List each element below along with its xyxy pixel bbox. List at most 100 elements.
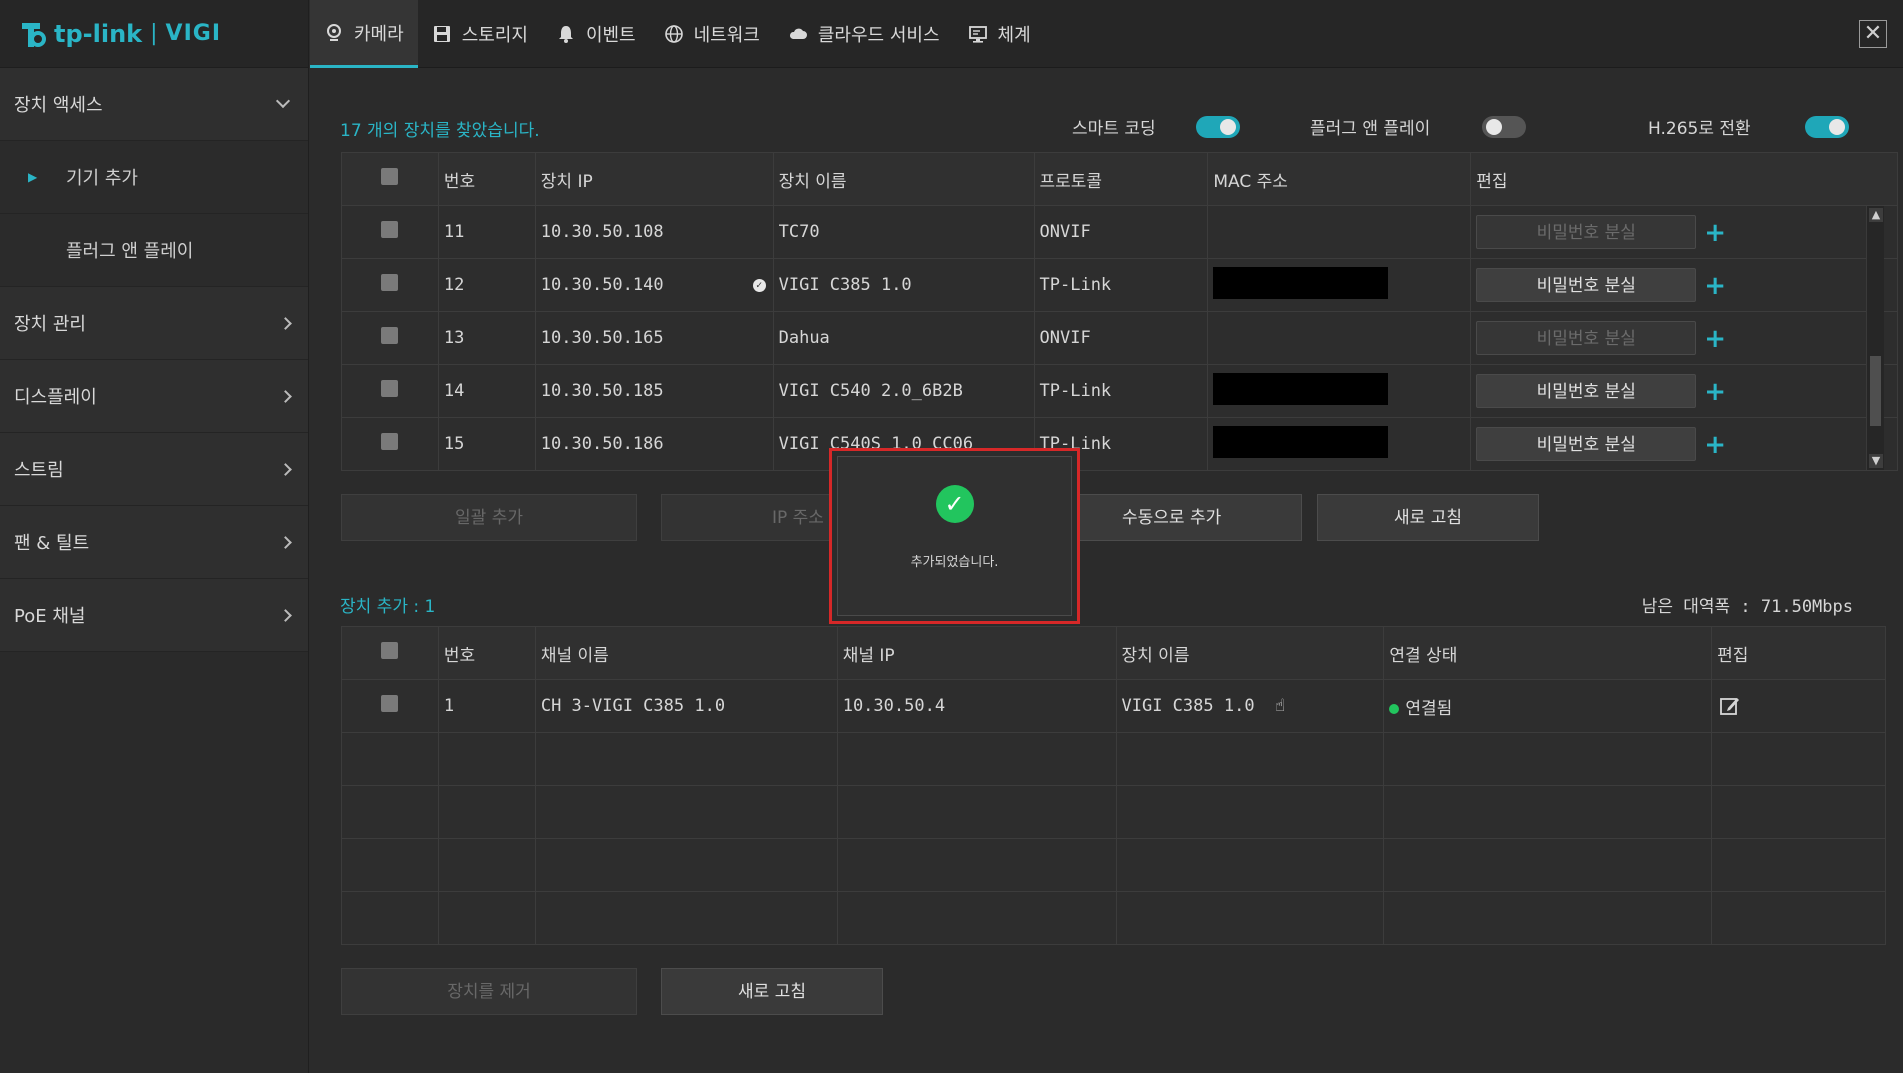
mac-address bbox=[1207, 364, 1472, 418]
added-devices-count: 장치 추가 : 1 bbox=[340, 597, 436, 617]
tab-system[interactable]: 체계 bbox=[954, 0, 1045, 68]
sidebar-group-label: 스트림 bbox=[14, 460, 64, 481]
manual-add-button[interactable]: 수동으로 추가 bbox=[1071, 494, 1302, 541]
channel-name: CH 3-VIGI C385 1.0 bbox=[534, 679, 838, 733]
device-name: VIGI C385 1.0 bbox=[1121, 696, 1255, 716]
toggle-label: 플러그 앤 플레이 bbox=[1310, 119, 1431, 139]
row-checkbox[interactable] bbox=[381, 221, 399, 238]
row-select-cell bbox=[341, 205, 439, 259]
refresh-devices-button[interactable]: 새로 고침 bbox=[1317, 494, 1539, 541]
forgot-password-button[interactable]: 비밀번호 분실 bbox=[1476, 268, 1697, 302]
sidebar-group-label: 장치 액세스 bbox=[14, 95, 103, 116]
sidebar-item-plug-and-play[interactable]: 플러그 앤 플레이 bbox=[0, 214, 308, 287]
hand-cursor-icon: ☝ bbox=[1274, 696, 1286, 716]
tab-camera[interactable]: 카메라 bbox=[310, 0, 418, 68]
sidebar-group-stream[interactable]: 스트림 bbox=[0, 433, 308, 506]
add-plus-icon[interactable]: + bbox=[1704, 324, 1726, 354]
column-header: 장치 IP bbox=[534, 152, 774, 206]
forgot-password-button[interactable]: 비밀번호 분실 bbox=[1476, 374, 1697, 408]
column-header: 편집 bbox=[1470, 152, 1898, 206]
sidebar-group-label: PoE 채널 bbox=[14, 606, 86, 627]
tab-label: 이벤트 bbox=[585, 25, 636, 46]
close-button[interactable]: ✕ bbox=[1859, 20, 1887, 48]
table-row[interactable]: 11 10.30.50.108 TC70 ONVIF 비밀번호 분실 + bbox=[341, 205, 1898, 259]
device-number: 15 bbox=[437, 417, 536, 471]
table-row[interactable]: 15 10.30.50.186 VIGI C540S 1.0_CC06 TP-L… bbox=[341, 417, 1898, 471]
popup-message: 추가되었습니다. bbox=[910, 555, 999, 570]
row-checkbox[interactable] bbox=[381, 433, 399, 450]
scroll-up-arrow-icon[interactable]: ▲ bbox=[1869, 208, 1883, 222]
logo-separator: | bbox=[150, 21, 158, 46]
sidebar-group-display[interactable]: 디스플레이 bbox=[0, 360, 308, 433]
bell-icon bbox=[558, 26, 573, 43]
select-all-cell bbox=[341, 626, 439, 680]
tab-event[interactable]: 이벤트 bbox=[542, 0, 650, 68]
sidebar: tp-link | VIGI 장치 액세스 ▶ 기기 추가 플러그 앤 플레이 … bbox=[0, 0, 309, 1073]
connection-status-cell: 연결됨 bbox=[1383, 679, 1713, 733]
table-row[interactable]: 13 10.30.50.165 Dahua ONVIF 비밀번호 분실 + bbox=[341, 311, 1898, 365]
edit-icon[interactable] bbox=[1719, 695, 1741, 717]
devices-table-scrollbar[interactable]: ▲ ▼ bbox=[1866, 206, 1884, 470]
table-row[interactable]: 12 10.30.50.140 ✓ VIGI C385 1.0 TP-Link 비… bbox=[341, 258, 1898, 312]
smart-coding-setting: 스마트 코딩 bbox=[1072, 114, 1240, 139]
mac-address bbox=[1207, 205, 1472, 259]
table-row[interactable]: 1 CH 3-VIGI C385 1.0 10.30.50.4 VIGI C38… bbox=[341, 679, 1886, 733]
scroll-down-arrow-icon[interactable]: ▼ bbox=[1869, 454, 1883, 468]
select-all-checkbox[interactable] bbox=[381, 642, 399, 659]
column-header: 채널 IP bbox=[836, 626, 1117, 680]
forgot-password-button[interactable]: 비밀번호 분실 bbox=[1476, 427, 1697, 461]
smart-coding-toggle[interactable] bbox=[1195, 115, 1240, 138]
chevron-right-icon bbox=[279, 462, 292, 476]
tab-label: 체계 bbox=[997, 25, 1031, 46]
check-circle-icon: ✓ bbox=[935, 485, 974, 523]
add-plus-icon[interactable]: + bbox=[1704, 377, 1726, 407]
row-select-cell bbox=[341, 364, 439, 418]
column-header: 채널 이름 bbox=[534, 626, 838, 680]
row-checkbox[interactable] bbox=[381, 695, 399, 712]
select-all-checkbox[interactable] bbox=[381, 168, 399, 185]
mac-address bbox=[1207, 417, 1472, 471]
bulk-add-button[interactable]: 일괄 추가 bbox=[341, 494, 637, 541]
row-checkbox[interactable] bbox=[381, 327, 399, 344]
tab-label: 카메라 bbox=[354, 23, 404, 45]
add-plus-icon[interactable]: + bbox=[1704, 271, 1726, 301]
logo-text-tplink: tp-link bbox=[54, 19, 143, 48]
row-checkbox[interactable] bbox=[381, 380, 399, 397]
add-plus-icon[interactable]: + bbox=[1704, 218, 1726, 248]
forgot-password-button[interactable]: 비밀번호 분실 bbox=[1476, 321, 1697, 355]
device-ip: 10.30.50.140 bbox=[540, 275, 664, 295]
row-checkbox[interactable] bbox=[381, 274, 399, 291]
tab-cloud-service[interactable]: 클라우드 서비스 bbox=[774, 0, 954, 68]
forgot-password-button[interactable]: 비밀번호 분실 bbox=[1476, 215, 1697, 249]
h265-toggle[interactable] bbox=[1804, 115, 1849, 138]
add-plus-icon[interactable]: + bbox=[1704, 430, 1726, 460]
edit-cell bbox=[1711, 679, 1886, 733]
select-all-cell bbox=[341, 152, 439, 206]
column-header: 번호 bbox=[437, 626, 536, 680]
plug-and-play-toggle[interactable] bbox=[1482, 115, 1527, 138]
scroll-thumb[interactable] bbox=[1870, 356, 1881, 426]
remove-device-button[interactable]: 장치를 제거 bbox=[341, 968, 637, 1015]
tab-network[interactable]: 네트워크 bbox=[650, 0, 774, 68]
success-popup: ✓ 추가되었습니다. bbox=[829, 448, 1080, 624]
channel-number: 1 bbox=[437, 679, 536, 733]
refresh-added-button[interactable]: 새로 고침 bbox=[661, 968, 883, 1015]
column-header: 장치 이름 bbox=[1115, 626, 1385, 680]
tab-label: 네트워크 bbox=[693, 25, 760, 46]
table-header-row: 번호 장치 IP 장치 이름 프로토콜 MAC 주소 편집 bbox=[341, 152, 1898, 206]
h265-setting: H.265로 전환 bbox=[1648, 114, 1849, 139]
sidebar-group-pan-tilt[interactable]: 팬 & 틸트 bbox=[0, 506, 308, 579]
tab-storage[interactable]: 스토리지 bbox=[418, 0, 542, 68]
table-row[interactable]: 14 10.30.50.185 VIGI C540 2.0_6B2B TP-Li… bbox=[341, 364, 1898, 418]
device-ip: 10.30.50.108 bbox=[534, 205, 774, 259]
sidebar-group-device-access[interactable]: 장치 액세스 bbox=[0, 68, 308, 141]
logo-text-vigi: VIGI bbox=[165, 21, 222, 46]
mac-redacted-block bbox=[1213, 425, 1389, 458]
sidebar-item-add-device[interactable]: ▶ 기기 추가 bbox=[0, 141, 308, 214]
sidebar-group-device-management[interactable]: 장치 관리 bbox=[0, 287, 308, 360]
device-ip-cell: 10.30.50.140 ✓ bbox=[534, 258, 774, 312]
sidebar-group-poe-channel[interactable]: PoE 채널 bbox=[0, 579, 308, 652]
row-select-cell bbox=[341, 679, 439, 733]
connection-status: 연결됨 bbox=[1405, 698, 1453, 719]
column-header: 장치 이름 bbox=[772, 152, 1035, 206]
